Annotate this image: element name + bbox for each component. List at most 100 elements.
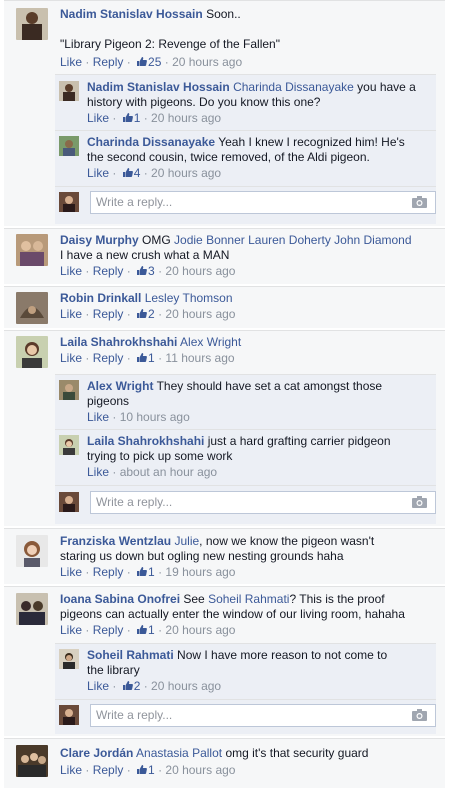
timestamp[interactable]: 11 hours ago bbox=[165, 351, 234, 365]
like-link[interactable]: Like bbox=[60, 623, 82, 637]
like-count[interactable]: 1 bbox=[148, 565, 155, 579]
like-link[interactable]: Like bbox=[60, 565, 82, 579]
comment-author[interactable]: Ioana Sabina Onofrei bbox=[60, 592, 180, 606]
timestamp[interactable]: 20 hours ago bbox=[151, 679, 221, 693]
like-link[interactable]: Like bbox=[60, 763, 82, 777]
reply-link[interactable]: Reply bbox=[93, 307, 124, 321]
like-link[interactable]: Like bbox=[60, 264, 82, 278]
like-count[interactable]: 3 bbox=[148, 264, 155, 278]
comment-author[interactable]: Franziska Wentzlau bbox=[60, 534, 171, 548]
tagged-users[interactable]: Jodie Bonner Lauren Doherty John Diamond bbox=[174, 233, 411, 247]
reply-meta: Like · 2 · 20 hours ago bbox=[87, 679, 222, 693]
reply-text-line2: trying to pick up some work bbox=[87, 449, 233, 463]
like-link[interactable]: Like bbox=[87, 166, 109, 180]
avatar[interactable] bbox=[59, 380, 79, 400]
camera-icon[interactable] bbox=[412, 709, 427, 721]
reply-author[interactable]: Alex Wright bbox=[87, 379, 153, 393]
like-count[interactable]: 1 bbox=[134, 111, 141, 125]
comment-text: omg it's that security guard bbox=[225, 746, 369, 760]
like-count[interactable]: 4 bbox=[134, 166, 141, 180]
comment-meta: Like · Reply · 1 · 11 hours ago bbox=[60, 351, 235, 365]
comment-author[interactable]: Nadim Stanislav Hossain bbox=[60, 7, 203, 21]
like-count[interactable]: 1 bbox=[148, 623, 155, 637]
reply-author[interactable]: Charinda Dissanayake bbox=[87, 135, 215, 149]
avatar bbox=[59, 705, 79, 725]
timestamp[interactable]: 19 hours ago bbox=[165, 565, 235, 579]
avatar[interactable] bbox=[59, 81, 79, 101]
comment-text: OMG bbox=[142, 233, 171, 247]
avatar bbox=[59, 492, 79, 512]
reply-link[interactable]: Reply bbox=[93, 623, 124, 637]
reply-author[interactable]: Soheil Rahmati bbox=[87, 648, 174, 662]
comment-body: Nadim Stanislav Hossain Soon.. "Library … bbox=[60, 7, 437, 70]
comment-author[interactable]: Clare Jordán bbox=[60, 746, 133, 760]
comment-body: Franziska Wentzlau Julie, now we know th… bbox=[60, 534, 437, 580]
comment-meta: Like · Reply · 3 · 20 hours ago bbox=[60, 264, 236, 278]
like-link[interactable]: Like bbox=[60, 351, 82, 365]
avatar[interactable] bbox=[16, 234, 48, 266]
avatar[interactable] bbox=[16, 745, 48, 777]
like-count[interactable]: 2 bbox=[134, 679, 141, 693]
timestamp[interactable]: 20 hours ago bbox=[165, 763, 235, 777]
like-link[interactable]: Like bbox=[87, 465, 109, 479]
reply-input[interactable]: Write a reply... bbox=[90, 191, 436, 214]
reply-author[interactable]: Nadim Stanislav Hossain bbox=[87, 80, 230, 94]
timestamp[interactable]: about an hour ago bbox=[120, 465, 217, 479]
comment-author[interactable]: Robin Drinkall bbox=[60, 291, 141, 305]
tagged-user[interactable]: Anastasia Pallot bbox=[136, 746, 222, 760]
reply-text: They should have set a cat amongst those bbox=[156, 379, 383, 393]
comment-meta: Like · Reply · 2 · 20 hours ago bbox=[60, 307, 236, 321]
camera-icon[interactable] bbox=[412, 496, 427, 508]
comment-author[interactable]: Daisy Murphy bbox=[60, 233, 139, 247]
reply-meta: Like · about an hour ago bbox=[87, 465, 218, 479]
like-count[interactable]: 1 bbox=[148, 351, 155, 365]
timestamp[interactable]: 20 hours ago bbox=[151, 111, 221, 125]
comment-text-after: ? This is the proof bbox=[289, 592, 385, 606]
avatar[interactable] bbox=[16, 535, 48, 567]
like-link[interactable]: Like bbox=[87, 679, 109, 693]
reply-link[interactable]: Reply bbox=[93, 264, 124, 278]
tagged-user[interactable]: Soheil Rahmati bbox=[208, 592, 289, 606]
avatar[interactable] bbox=[59, 136, 79, 156]
camera-icon[interactable] bbox=[412, 196, 427, 208]
like-count[interactable]: 25 bbox=[148, 55, 161, 69]
avatar[interactable] bbox=[16, 292, 48, 324]
tagged-user[interactable]: Charinda Dissanayake bbox=[233, 80, 354, 94]
reply-meta: Like · 4 · 20 hours ago bbox=[87, 166, 222, 180]
like-link[interactable]: Like bbox=[60, 307, 82, 321]
reply-input[interactable]: Write a reply... bbox=[90, 704, 436, 727]
comment-text-line2: pigeons can actually enter the window of… bbox=[60, 607, 405, 621]
reply-link[interactable]: Reply bbox=[93, 565, 124, 579]
like-count[interactable]: 2 bbox=[148, 307, 155, 321]
timestamp[interactable]: 20 hours ago bbox=[165, 623, 235, 637]
avatar[interactable] bbox=[16, 336, 48, 368]
timestamp[interactable]: 20 hours ago bbox=[165, 307, 235, 321]
reply-link[interactable]: Reply bbox=[93, 55, 124, 69]
timestamp[interactable]: 20 hours ago bbox=[165, 264, 235, 278]
timestamp[interactable]: 20 hours ago bbox=[151, 166, 221, 180]
like-link[interactable]: Like bbox=[87, 111, 109, 125]
reply-composer: Write a reply... bbox=[55, 191, 436, 215]
reply-link[interactable]: Reply bbox=[93, 351, 124, 365]
tagged-user[interactable]: Lesley Thomson bbox=[145, 291, 233, 305]
reply-body: Alex Wright They should have set a cat a… bbox=[87, 379, 437, 425]
like-count[interactable]: 1 bbox=[148, 763, 155, 777]
comment-author[interactable]: Laila Shahrokhshahi bbox=[60, 335, 177, 349]
thumbs-up-icon bbox=[137, 353, 147, 362]
timestamp[interactable]: 20 hours ago bbox=[172, 55, 242, 69]
reply-author[interactable]: Laila Shahrokhshahi bbox=[87, 434, 204, 448]
reply-input[interactable]: Write a reply... bbox=[90, 491, 436, 514]
timestamp[interactable]: 10 hours ago bbox=[120, 410, 190, 424]
comment-meta: Like · Reply · 1 · 20 hours ago bbox=[60, 763, 236, 777]
tagged-user[interactable]: Alex Wright bbox=[180, 335, 241, 349]
avatar[interactable] bbox=[59, 435, 79, 455]
like-link[interactable]: Like bbox=[60, 55, 82, 69]
avatar[interactable] bbox=[16, 593, 48, 625]
like-link[interactable]: Like bbox=[87, 410, 109, 424]
avatar[interactable] bbox=[59, 649, 79, 669]
comment-body: Daisy Murphy OMG Jodie Bonner Lauren Doh… bbox=[60, 233, 437, 279]
tagged-user[interactable]: Julie bbox=[174, 534, 199, 548]
reply-placeholder: Write a reply... bbox=[96, 495, 173, 509]
reply-link[interactable]: Reply bbox=[93, 763, 124, 777]
avatar[interactable] bbox=[16, 8, 48, 40]
